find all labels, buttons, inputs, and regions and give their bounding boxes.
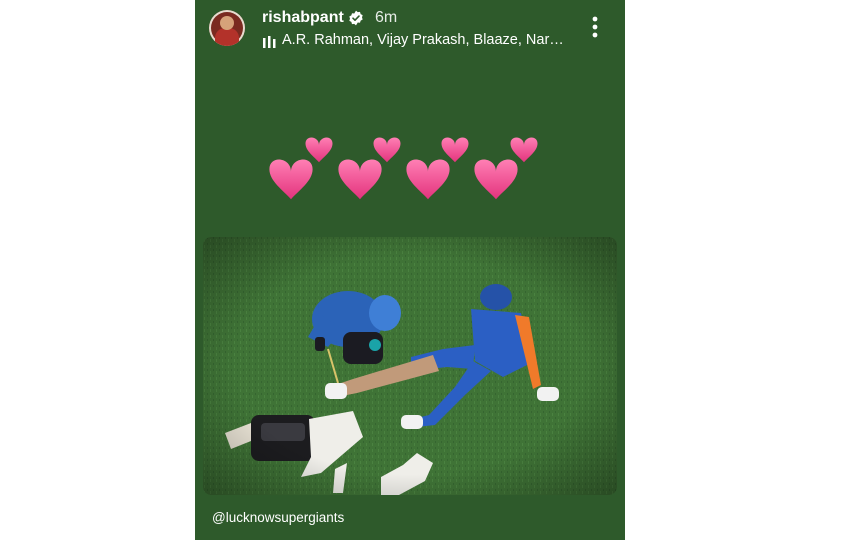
shared-post-photo[interactable] — [203, 237, 617, 495]
heart-icon — [269, 159, 313, 200]
heart-icon — [338, 159, 382, 200]
heart-icon — [510, 137, 538, 163]
heart-icon — [406, 159, 450, 200]
heart-icon — [305, 137, 333, 163]
story-viewer[interactable]: rishabpant 6m A.R. Rahman, Vijay Prakash… — [195, 0, 625, 540]
heart-icon — [474, 159, 518, 200]
heart-icon — [441, 137, 469, 163]
hearts-sticker — [269, 137, 538, 200]
cricket-injury-illustration — [203, 237, 617, 495]
mention-sticker[interactable]: @lucknowsupergiants — [212, 510, 344, 525]
heart-icon — [373, 137, 401, 163]
